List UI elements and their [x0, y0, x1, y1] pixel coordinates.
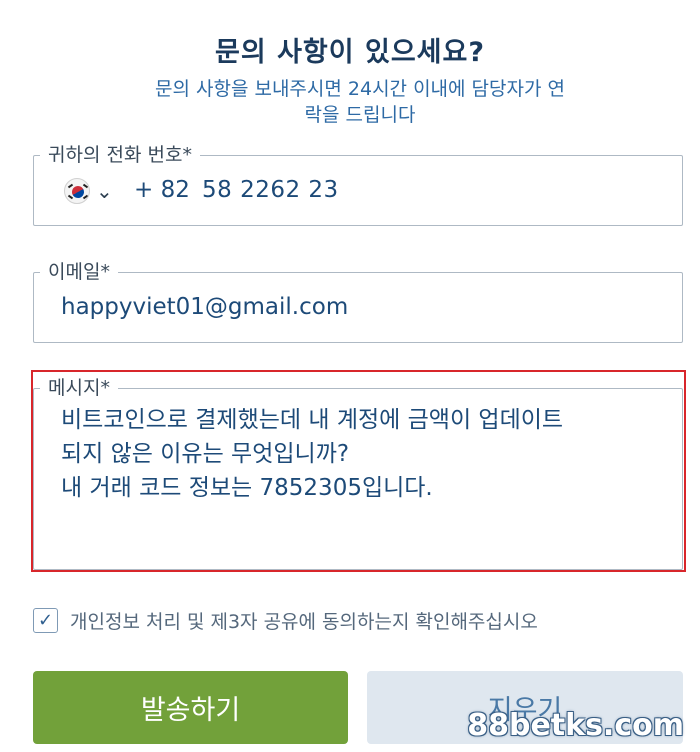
- consent-row[interactable]: ✓ 개인정보 처리 및 제3자 공유에 동의하는지 확인해주십시오: [33, 605, 538, 635]
- south-korea-flag-icon[interactable]: [64, 178, 90, 204]
- send-button[interactable]: 발송하기: [33, 671, 348, 744]
- email-input[interactable]: happyviet01@gmail.com: [61, 291, 348, 323]
- form-title: 문의 사항이 있으세요?: [214, 37, 486, 68]
- email-field[interactable]: 이메일* happyviet01@gmail.com: [33, 260, 683, 343]
- dial-code: + 82: [134, 177, 190, 203]
- form-subtitle: 문의 사항을 보내주시면 24시간 이내에 담당자가 연락을 드립니다: [154, 78, 565, 126]
- message-field[interactable]: 메시지* 비트코인으로 결제했는데 내 계정에 금액이 업데이트 되지 않은 이…: [33, 376, 683, 570]
- email-label: 이메일*: [40, 260, 118, 284]
- consent-checkbox[interactable]: ✓: [33, 607, 58, 633]
- phone-number-input[interactable]: 58 2262 23: [202, 174, 339, 206]
- country-dropdown-chevron-down-icon[interactable]: ⌄: [96, 178, 113, 204]
- consent-label: 개인정보 처리 및 제3자 공유에 동의하는지 확인해주십시오: [70, 610, 538, 633]
- phone-field[interactable]: 귀하의 전화 번호* ⌄ + 82 58 2262 23: [33, 143, 683, 226]
- message-textarea[interactable]: 비트코인으로 결제했는데 내 계정에 금액이 업데이트 되지 않은 이유는 무엇…: [61, 403, 671, 505]
- watermark: 88betks.com: [467, 708, 684, 743]
- phone-label: 귀하의 전화 번호*: [40, 143, 200, 167]
- message-label: 메시지*: [40, 376, 118, 400]
- checkmark-icon: ✓: [38, 609, 54, 631]
